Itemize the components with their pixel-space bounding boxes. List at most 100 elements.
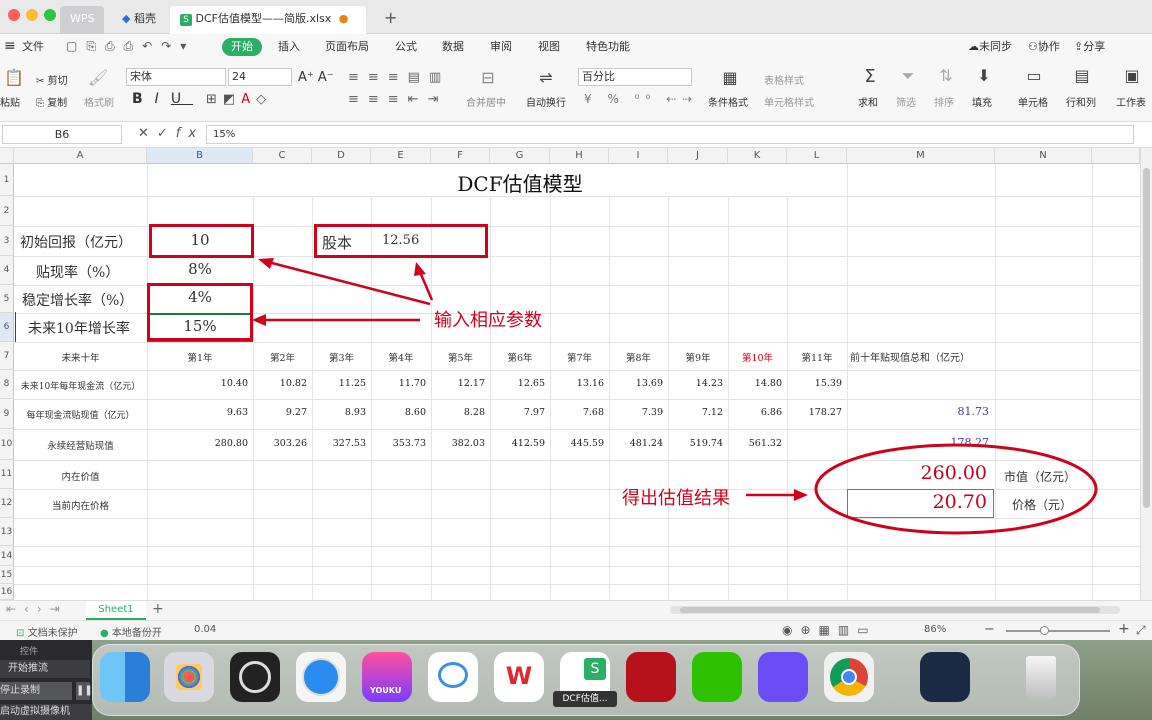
- quick-access-icons[interactable]: ▢⎘⎙⎙↶↷▾: [66, 39, 195, 54]
- cell-style-button[interactable]: 单元格样式: [764, 94, 814, 109]
- copy-button[interactable]: ⎘ 复制: [36, 94, 67, 109]
- merge-icon[interactable]: ⊟: [476, 68, 500, 87]
- formula-action-icons[interactable]: ✕✓fx: [138, 126, 204, 141]
- chat-app-icon[interactable]: [428, 652, 478, 702]
- tab-home[interactable]: 开始: [222, 38, 262, 56]
- tab-docer[interactable]: ◆ 稻壳: [112, 6, 168, 34]
- cell-button[interactable]: 单元格: [1018, 94, 1048, 109]
- filter-button[interactable]: 筛选: [896, 94, 916, 109]
- wrap-text-button[interactable]: 自动换行: [526, 94, 566, 109]
- safari-icon[interactable]: [296, 652, 346, 702]
- horizontal-scrollbar[interactable]: [670, 606, 1120, 614]
- tab-view[interactable]: 视图: [538, 34, 560, 60]
- fill-button[interactable]: 填充: [972, 94, 992, 109]
- input-params-note: 输入相应参数: [434, 310, 542, 331]
- formula-input[interactable]: 15%: [206, 125, 1134, 144]
- pause-record-icon[interactable]: ❚❚: [76, 682, 93, 700]
- new-tab-plus-icon[interactable]: +: [384, 8, 397, 27]
- tab-features[interactable]: 特色功能: [586, 34, 630, 60]
- stop-record-button[interactable]: 停止录制: [0, 682, 72, 700]
- sort-icon[interactable]: ⇅: [936, 66, 956, 85]
- collaborate-button[interactable]: ⚇协作: [1028, 34, 1060, 60]
- zoom-in-icon[interactable]: +: [1118, 621, 1130, 637]
- youku-icon[interactable]: YOUKU: [362, 652, 412, 702]
- worksheet-icon[interactable]: ▣: [1122, 66, 1142, 85]
- wechat-icon[interactable]: [692, 652, 742, 702]
- align-horizontal-icons[interactable]: ≡≡≡⇤⇥: [348, 92, 447, 107]
- backup-status[interactable]: ● 本地备份开: [100, 624, 162, 639]
- wps-office-icon[interactable]: W: [494, 652, 544, 702]
- border-fill-color-icons[interactable]: ⊞◩A◇: [206, 92, 272, 107]
- tab-data[interactable]: 数据: [442, 34, 464, 60]
- add-sheet-button[interactable]: +: [152, 601, 164, 617]
- conditional-format-icon[interactable]: ▦: [718, 68, 742, 87]
- vertical-scrollbar[interactable]: [1140, 148, 1152, 600]
- trash-icon[interactable]: [1016, 652, 1066, 702]
- name-box[interactable]: B6: [2, 125, 122, 144]
- text-style-buttons[interactable]: BIU: [132, 91, 193, 107]
- start-stream-button[interactable]: 开始推流: [0, 660, 90, 678]
- protection-label: 文档未保护: [27, 628, 78, 639]
- fill-icon[interactable]: ⬇: [974, 66, 994, 85]
- qq-browser-icon[interactable]: [758, 652, 808, 702]
- fullscreen-icon[interactable]: ⤢: [1136, 623, 1146, 638]
- format-painter-button[interactable]: 格式刷: [84, 94, 114, 109]
- zoom-level[interactable]: 86%: [924, 624, 946, 635]
- tab-review[interactable]: 审阅: [490, 34, 512, 60]
- video-editor-icon[interactable]: [920, 652, 970, 702]
- tab-insert[interactable]: 插入: [278, 34, 300, 60]
- view-mode-icons[interactable]: ◉⊕▦▥▭: [782, 623, 877, 637]
- merge-center-button[interactable]: 合并居中: [466, 94, 506, 109]
- menu-bar: ≡ 文件 ▢⎘⎙⎙↶↷▾ 开始 插入 页面布局 公式 数据 审阅 视图 特色功能…: [0, 34, 1152, 60]
- font-size-select[interactable]: 24: [228, 68, 292, 86]
- cards-app-icon[interactable]: [626, 652, 676, 702]
- tab-wps[interactable]: WPS: [60, 6, 104, 34]
- cell-icon[interactable]: ▭: [1024, 66, 1044, 85]
- zoom-window-button[interactable]: [44, 9, 56, 21]
- share-button[interactable]: ⇪分享: [1074, 34, 1105, 60]
- sheet-nav-icons[interactable]: ⇤‹›⇥: [6, 602, 68, 616]
- vertical-scroll-thumb[interactable]: [1143, 168, 1150, 508]
- sync-status[interactable]: ☁未同步: [968, 34, 1012, 60]
- close-window-button[interactable]: [8, 9, 20, 21]
- filter-icon[interactable]: ⏷: [898, 66, 918, 86]
- format-painter-icon[interactable]: 🖌: [88, 68, 108, 87]
- sheet-tab-bar: ⇤‹›⇥ Sheet1 +: [0, 600, 1152, 620]
- wrap-text-icon[interactable]: ⇌: [534, 68, 558, 87]
- tab-active-document[interactable]: S DCF估值模型——简版.xlsx ●: [170, 6, 366, 34]
- hamburger-menu-icon[interactable]: ≡: [4, 38, 16, 54]
- sum-icon[interactable]: Σ: [860, 66, 880, 87]
- minimize-window-button[interactable]: [26, 9, 38, 21]
- row-col-button[interactable]: 行和列: [1066, 94, 1096, 109]
- conditional-format-button[interactable]: 条件格式: [708, 94, 748, 109]
- font-grow-shrink-icon[interactable]: A⁺ A⁻: [298, 70, 334, 85]
- cut-button[interactable]: ✂ 剪切: [36, 72, 68, 87]
- finder-icon[interactable]: [100, 652, 150, 702]
- number-format-icons[interactable]: ¥ % ⁰⁰ ⇠⇢: [584, 92, 698, 106]
- spreadsheet-grid[interactable]: A B C D E F G H I J K L M N 1 2 3 4 5 6 …: [0, 148, 1140, 600]
- font-family-select[interactable]: 宋体: [126, 68, 226, 86]
- paste-icon[interactable]: 📋: [4, 68, 24, 87]
- virtual-camera-button[interactable]: 启动虚拟摄像机: [0, 704, 92, 720]
- tab-page-layout[interactable]: 页面布局: [325, 34, 369, 60]
- number-format-select[interactable]: 百分比: [578, 68, 692, 86]
- row-col-icon[interactable]: ▤: [1072, 66, 1092, 85]
- sheet-tab-sheet1[interactable]: Sheet1: [86, 601, 146, 620]
- zoom-out-icon[interactable]: −: [984, 622, 995, 637]
- align-top-icons[interactable]: ≡≡≡▤▥: [348, 70, 450, 85]
- obs-app-icon[interactable]: [230, 652, 280, 702]
- paste-button[interactable]: 粘贴: [0, 94, 20, 109]
- tab-formula[interactable]: 公式: [395, 34, 417, 60]
- zoom-slider-handle[interactable]: [1040, 626, 1049, 635]
- chrome-icon[interactable]: [824, 652, 874, 702]
- worksheet-button[interactable]: 工作表: [1116, 94, 1146, 109]
- protection-status[interactable]: ⊡ 文档未保护: [16, 624, 78, 639]
- launchpad-icon[interactable]: [164, 652, 214, 702]
- menu-file[interactable]: 文件: [22, 34, 44, 60]
- table-style-button[interactable]: 表格样式: [764, 72, 804, 87]
- horizontal-scroll-thumb[interactable]: [680, 607, 1100, 613]
- sum-button[interactable]: 求和: [858, 94, 878, 109]
- sort-button[interactable]: 排序: [934, 94, 954, 109]
- formula-bar: B6 ✕✓fx 15%: [0, 122, 1152, 148]
- zoom-slider[interactable]: [1006, 626, 1110, 635]
